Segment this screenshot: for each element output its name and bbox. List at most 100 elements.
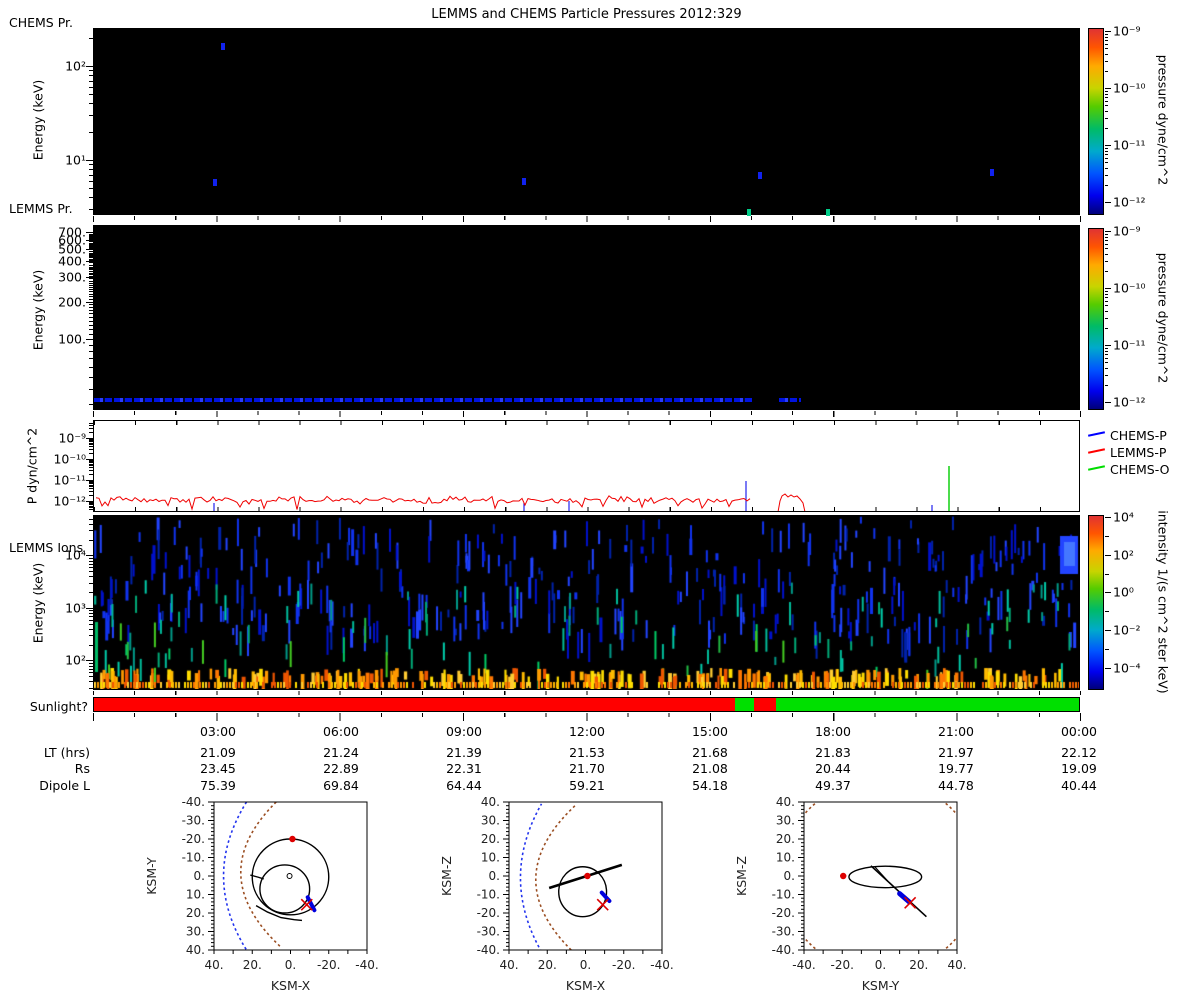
cb-minor-tick [1105,70,1108,72]
y-tick [89,334,93,335]
cb-tick-label: 10⁻¹¹ [1113,137,1146,153]
p1-axis-ticks-major [93,216,1081,222]
orbit-xtick-label: -40. [355,958,378,972]
y-tick [86,232,93,233]
y-tick [89,257,93,258]
cb-minor-tick [1105,347,1108,349]
pressure-line-svg [95,466,950,511]
y-tick [89,255,93,256]
orbit-ytick-label: 40. [481,797,500,809]
y-tick [86,160,93,161]
cb-minor-tick [1105,184,1108,186]
cb-tick [1105,88,1111,89]
panel2-ytick-label: 200. [58,294,86,310]
y-tick [89,663,93,664]
y-tick [89,504,93,505]
orbit-ytick-label: 0. [194,869,205,883]
y-tick [89,583,93,584]
cb-tick [1105,288,1111,289]
axis-row-value: 59.21 [569,778,605,793]
cb-minor-tick [1105,48,1108,50]
y-tick [89,404,93,405]
y-tick [89,260,93,261]
axis-row-value: 20.44 [815,761,851,776]
axis-row-value: 22.89 [323,761,359,776]
y-tick [89,132,93,133]
cb-minor-tick [1105,127,1108,129]
y-tick [89,377,93,378]
orbit-ytick-label: -20. [182,832,205,846]
y-tick [89,432,93,433]
cb-minor-tick [1105,296,1108,298]
y-tick [89,244,93,245]
y-tick [89,265,93,266]
lemms-ions-spectrogram [93,515,1080,690]
y-tick [89,462,93,463]
y-tick [89,38,93,39]
y-tick [89,94,93,95]
y-tick [89,256,93,257]
y-tick [89,616,93,617]
axis-row-label: Rs [74,761,90,776]
orbit-ytick-label: 40. [186,943,205,957]
y-tick [89,299,93,300]
y-tick [89,283,93,284]
spectrogram-point [826,209,830,216]
time-tick-label: 06:00 [322,724,360,739]
y-tick [89,465,93,466]
cb-minor-tick [1105,293,1108,295]
cb-minor-tick [1105,243,1108,245]
y-tick [89,571,93,572]
y-tick [86,555,93,556]
y-tick [89,441,93,442]
y-tick [89,278,93,279]
legend-swatch-chems-o [1087,465,1106,471]
cb-tick [1105,630,1111,631]
axis-row-value: 69.84 [323,778,359,793]
colorbar-intensity [1088,515,1104,690]
orbit-xlabel: KSM-Y [862,978,900,993]
spectrogram-point [990,169,994,176]
y-tick [89,317,93,318]
y-tick [89,425,93,426]
axis-row-label: Dipole L [39,778,90,793]
y-tick [89,239,93,240]
y-tick [89,235,93,236]
y-tick [89,169,93,170]
y-tick [89,267,93,268]
axis-row-value: 21.08 [692,761,728,776]
y-tick [89,558,93,559]
axis-row-value: 44.78 [938,778,974,793]
axis-row-value: 19.77 [938,761,974,776]
y-tick [89,234,93,235]
y-tick [89,467,93,468]
pressure-line-plot [93,420,1080,512]
y-tick [89,70,93,71]
legend-label-chems-p: CHEMS-P [1110,428,1167,443]
y-tick [89,103,93,104]
y-tick [89,483,93,484]
orbit-xtick-label: 40. [204,958,223,972]
cb-minor-tick [1105,105,1108,107]
orbit-xtick-label: 20. [538,958,557,972]
cb-minor-tick [1105,253,1108,255]
panel1-label: CHEMS Pr. [9,15,74,30]
panel1-ylabel: Energy (keV) [30,79,46,161]
y-tick [89,281,93,282]
cb-minor-tick [1105,649,1109,650]
y-tick [89,268,93,269]
panel3-ytick-label: 10⁻⁹ [58,430,86,446]
y-tick [86,302,93,303]
orbit-xtick-label: 40. [499,958,518,972]
y-tick [89,313,93,314]
time-tick-label: 21:00 [937,724,975,739]
y-tick [89,507,93,508]
orbit-xtick-label: 20. [243,958,262,972]
cb-minor-tick [1105,367,1108,369]
orbit-ytick-label: -40. [772,943,795,957]
cb-minor-tick [1105,350,1108,352]
y-tick [89,81,93,82]
orbit-xtick-label: -20. [831,958,854,972]
y-tick [89,482,93,483]
orbit-xtick-label: 40. [947,958,966,972]
